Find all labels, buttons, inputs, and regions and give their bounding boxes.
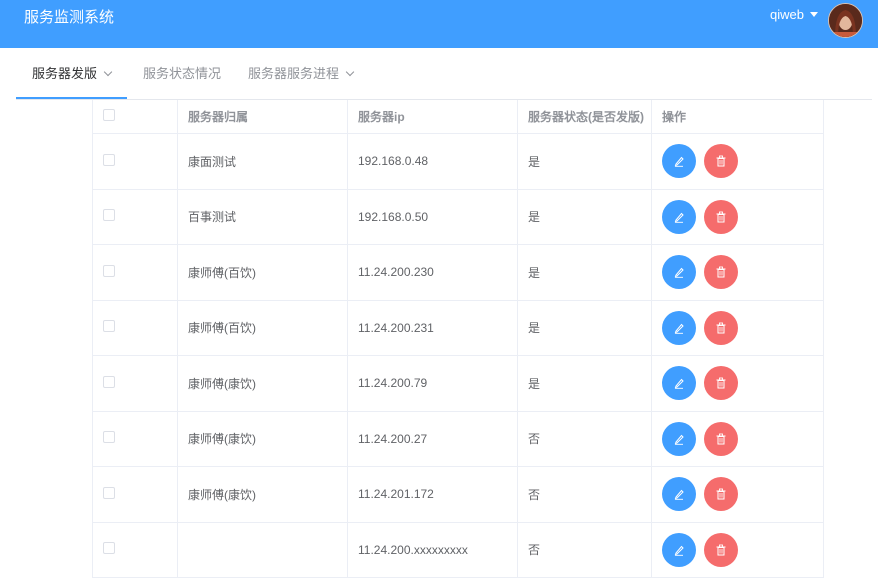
row-checkbox[interactable] bbox=[103, 209, 115, 222]
select-cell bbox=[92, 411, 178, 467]
status-cell: 是 bbox=[517, 189, 652, 245]
table-row: 11.24.200.xxxxxxxxx 否 bbox=[92, 522, 824, 578]
ip-cell: 11.24.200.230 bbox=[347, 244, 518, 301]
select-cell bbox=[92, 300, 178, 356]
server-table: 服务器归属 服务器ip 服务器状态(是否发版) 操作 康面测试 192.168.0… bbox=[92, 100, 824, 578]
status-cell: 是 bbox=[517, 133, 652, 190]
app-title: 服务监测系统 bbox=[24, 9, 115, 26]
row-checkbox[interactable] bbox=[103, 431, 115, 444]
table-header-row: 服务器归属 服务器ip 服务器状态(是否发版) 操作 bbox=[92, 100, 824, 134]
top-menu: 服务器发版 服务状态情况 服务器服务进程 bbox=[16, 48, 872, 100]
delete-button[interactable] bbox=[704, 477, 738, 512]
actions-cell bbox=[651, 411, 824, 467]
chevron-down-icon bbox=[103, 67, 113, 77]
user-menu[interactable]: qiweb bbox=[770, 7, 818, 22]
owner-cell: 康师傅(康饮) bbox=[177, 411, 348, 467]
owner-cell: 康师傅(百饮) bbox=[177, 300, 348, 356]
status-cell: 是 bbox=[517, 300, 652, 356]
table-row: 康师傅(百饮) 11.24.200.230 是 bbox=[92, 244, 824, 301]
edit-button[interactable] bbox=[662, 366, 696, 401]
select-cell bbox=[92, 189, 178, 245]
menu-item-label: 服务器发版 bbox=[32, 66, 98, 81]
chevron-down-icon bbox=[345, 67, 355, 77]
edit-button[interactable] bbox=[662, 199, 696, 234]
actions-cell bbox=[651, 466, 824, 523]
delete-button[interactable] bbox=[704, 255, 738, 290]
ip-cell: 11.24.201.172 bbox=[347, 466, 518, 523]
edit-button[interactable] bbox=[662, 144, 696, 179]
avatar[interactable] bbox=[828, 3, 863, 38]
owner-cell: 康师傅(百饮) bbox=[177, 244, 348, 301]
app-header: 服务监测系统 qiweb bbox=[0, 0, 878, 48]
ip-cell: 192.168.0.50 bbox=[347, 189, 518, 245]
row-checkbox[interactable] bbox=[103, 153, 115, 166]
menu-item-label: 服务器服务进程 bbox=[248, 66, 340, 81]
actions-cell bbox=[651, 300, 824, 356]
edit-button[interactable] bbox=[662, 310, 696, 345]
delete-button[interactable] bbox=[704, 310, 738, 345]
username: qiweb bbox=[770, 7, 804, 22]
column-header-status: 服务器状态(是否发版) bbox=[517, 100, 652, 134]
delete-button[interactable] bbox=[704, 532, 738, 567]
table-row: 康师傅(康饮) 11.24.200.79 是 bbox=[92, 355, 824, 412]
ip-cell: 11.24.200.xxxxxxxxx bbox=[347, 522, 518, 578]
owner-cell: 康师傅(康饮) bbox=[177, 466, 348, 523]
actions-cell bbox=[651, 522, 824, 578]
actions-cell bbox=[651, 244, 824, 301]
status-cell: 是 bbox=[517, 355, 652, 412]
select-cell bbox=[92, 522, 178, 578]
status-cell: 否 bbox=[517, 522, 652, 578]
select-cell bbox=[92, 355, 178, 412]
select-cell bbox=[92, 133, 178, 190]
ip-cell: 11.24.200.27 bbox=[347, 411, 518, 467]
actions-cell bbox=[651, 189, 824, 245]
select-all-checkbox[interactable] bbox=[103, 109, 115, 121]
row-checkbox[interactable] bbox=[103, 320, 115, 333]
select-cell bbox=[92, 244, 178, 301]
column-header-owner: 服务器归属 bbox=[177, 100, 348, 134]
column-header-actions: 操作 bbox=[651, 100, 824, 134]
table-row: 康师傅(康饮) 11.24.200.27 否 bbox=[92, 411, 824, 467]
ip-cell: 192.168.0.48 bbox=[347, 133, 518, 190]
row-checkbox[interactable] bbox=[103, 542, 115, 555]
avatar-image bbox=[829, 4, 862, 37]
delete-button[interactable] bbox=[704, 421, 738, 456]
actions-cell bbox=[651, 355, 824, 412]
table-row: 百事测试 192.168.0.50 是 bbox=[92, 189, 824, 245]
status-cell: 否 bbox=[517, 466, 652, 523]
table-row: 康师傅(康饮) 11.24.201.172 否 bbox=[92, 466, 824, 523]
table-row: 康面测试 192.168.0.48 是 bbox=[92, 133, 824, 190]
menu-item-service-process[interactable]: 服务器服务进程 bbox=[248, 48, 355, 97]
menu-item-service-status[interactable]: 服务状态情况 bbox=[143, 48, 221, 97]
owner-cell: 康面测试 bbox=[177, 133, 348, 190]
ip-cell: 11.24.200.79 bbox=[347, 355, 518, 412]
table-row: 康师傅(百饮) 11.24.200.231 是 bbox=[92, 300, 824, 356]
delete-button[interactable] bbox=[704, 199, 738, 234]
delete-button[interactable] bbox=[704, 366, 738, 401]
status-cell: 是 bbox=[517, 244, 652, 301]
owner-cell: 康师傅(康饮) bbox=[177, 355, 348, 412]
edit-button[interactable] bbox=[662, 255, 696, 290]
owner-cell bbox=[177, 522, 348, 578]
menu-item-label: 服务状态情况 bbox=[143, 66, 222, 81]
caret-down-icon bbox=[810, 12, 818, 18]
edit-button[interactable] bbox=[662, 477, 696, 512]
row-checkbox[interactable] bbox=[103, 264, 115, 277]
ip-cell: 11.24.200.231 bbox=[347, 300, 518, 356]
edit-button[interactable] bbox=[662, 532, 696, 567]
actions-cell bbox=[651, 133, 824, 190]
status-cell: 否 bbox=[517, 411, 652, 467]
edit-button[interactable] bbox=[662, 421, 696, 456]
select-all-cell bbox=[92, 100, 178, 134]
row-checkbox[interactable] bbox=[103, 486, 115, 499]
menu-item-release[interactable]: 服务器发版 bbox=[16, 48, 128, 99]
delete-button[interactable] bbox=[704, 144, 738, 179]
column-header-ip: 服务器ip bbox=[347, 100, 518, 134]
select-cell bbox=[92, 466, 178, 523]
row-checkbox[interactable] bbox=[103, 375, 115, 388]
owner-cell: 百事测试 bbox=[177, 189, 348, 245]
